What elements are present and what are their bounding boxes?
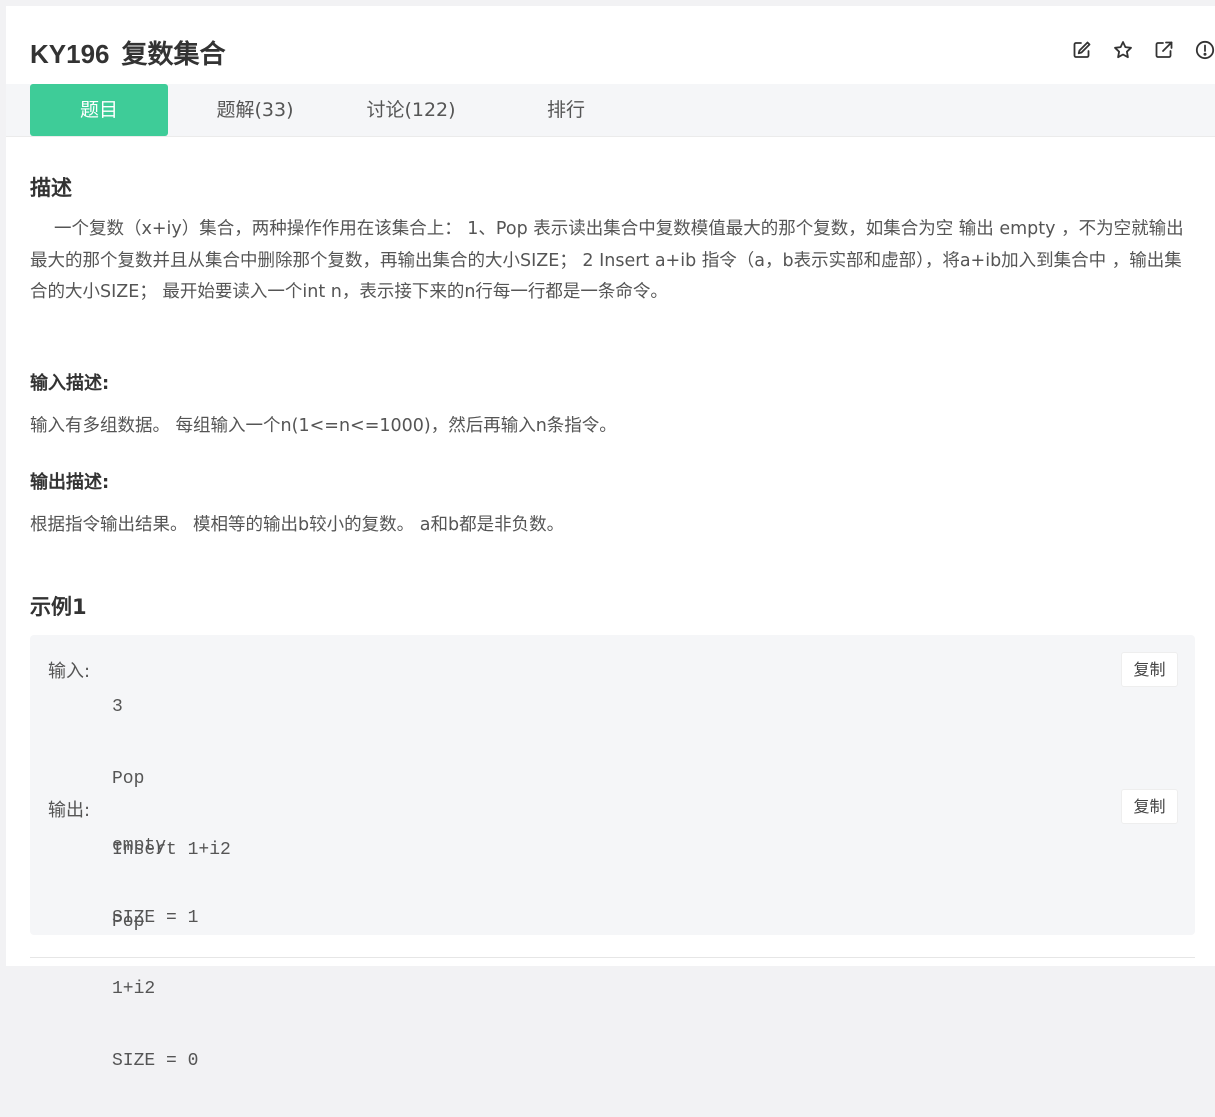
external-link-icon[interactable] bbox=[1154, 40, 1174, 60]
example-output-line: SIZE = 1 bbox=[112, 907, 199, 928]
output-desc-text: 根据指令输出结果。 模相等的输出b较小的复数。 a和b都是非负数。 bbox=[30, 515, 565, 535]
copy-input-button[interactable]: 复制 bbox=[1121, 652, 1178, 687]
output-desc-heading: 输出描述: bbox=[30, 472, 110, 493]
example-input-label: 输入: bbox=[48, 661, 91, 682]
example-input-line: 3 bbox=[112, 697, 123, 717]
tab-solutions[interactable]: 题解(33) bbox=[190, 84, 320, 136]
page-title: KY196 复数集合 bbox=[30, 34, 226, 71]
tab-ranking[interactable]: 排行 bbox=[516, 84, 616, 136]
example-output-line: 1+i2 bbox=[112, 979, 156, 999]
description-text: 一个复数（x+iy）集合，两种操作作用在该集合上： 1、Pop 表示读出集合中复… bbox=[30, 219, 1184, 302]
problem-name: 复数集合 bbox=[121, 40, 226, 70]
example-box: 输入: 3 Pop Insert 1+i2 Pop 复制 输出: empty S… bbox=[30, 635, 1195, 1071]
example-output-line: SIZE = 0 bbox=[112, 1050, 199, 1071]
tab-discussion[interactable]: 讨论(122) bbox=[341, 84, 481, 136]
example-output-line: empty bbox=[112, 836, 167, 856]
copy-output-button[interactable]: 复制 bbox=[1121, 789, 1178, 824]
report-icon[interactable] bbox=[1195, 40, 1215, 60]
description-heading: 描述 bbox=[30, 176, 72, 200]
example-heading: 示例1 bbox=[30, 595, 87, 619]
example-output: empty SIZE = 1 1+i2 SIZE = 0 bbox=[112, 791, 198, 1117]
input-desc-text: 输入有多组数据。 每组输入一个n(1<=n<=1000)，然后再输入n条指令。 bbox=[30, 416, 617, 436]
star-icon[interactable] bbox=[1113, 40, 1133, 60]
input-desc-heading: 输入描述: bbox=[30, 373, 110, 394]
tab-bar: 题目 题解(33) 讨论(122) 排行 bbox=[6, 84, 1215, 137]
edit-icon[interactable] bbox=[1072, 40, 1092, 60]
example-output-label: 输出: bbox=[48, 800, 91, 821]
problem-id: KY196 bbox=[30, 39, 110, 69]
problem-card: KY196 复数集合 题目 题解(33) 讨论(122) 排行 描述 一个复数（… bbox=[6, 6, 1215, 1071]
divider bbox=[30, 957, 1195, 958]
title-actions bbox=[1051, 40, 1215, 60]
tab-problem[interactable]: 题目 bbox=[30, 84, 168, 136]
